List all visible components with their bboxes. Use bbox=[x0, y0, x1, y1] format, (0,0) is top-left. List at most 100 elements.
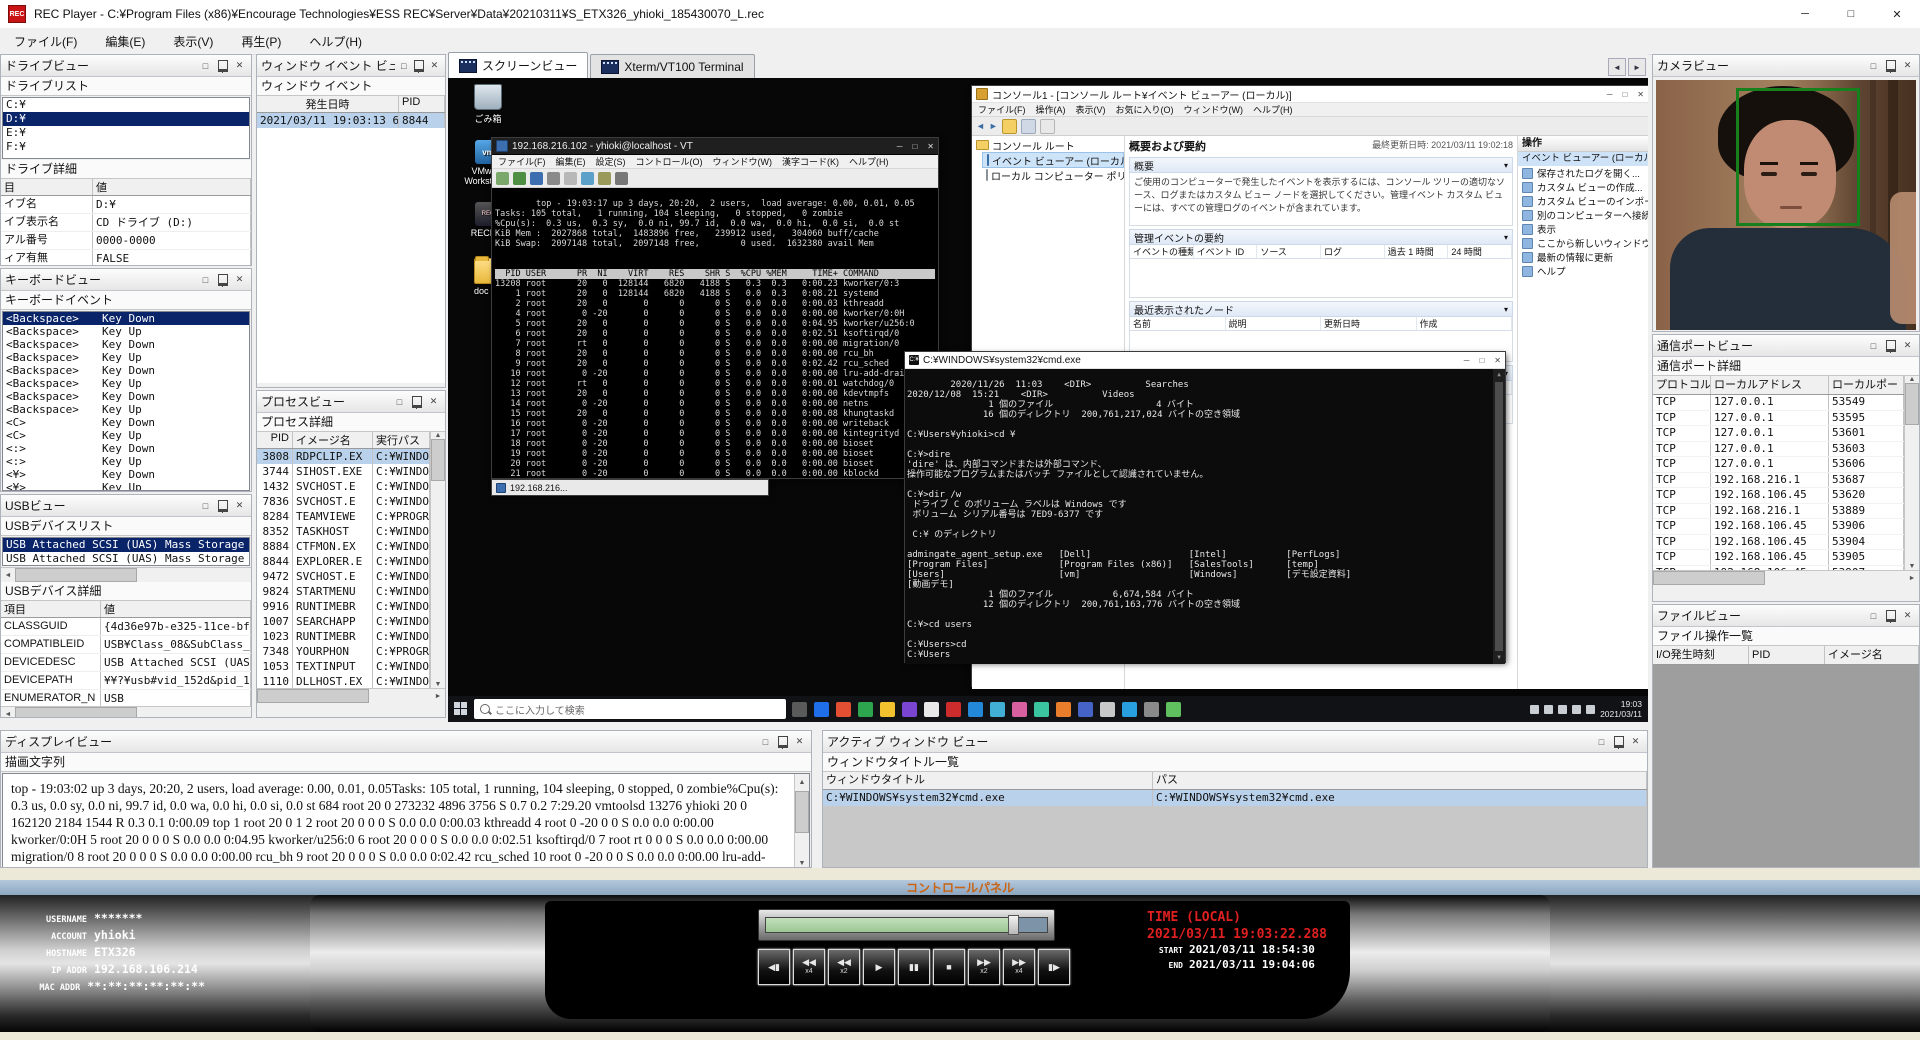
window-event-row[interactable]: 2021/03/11 19:03:13 6258844 bbox=[257, 113, 445, 128]
chevron-down-icon[interactable]: ▾ bbox=[1504, 233, 1508, 242]
section-admin-events[interactable]: 管理イベントの要約▾ bbox=[1129, 229, 1513, 245]
column-header[interactable]: 24 時間 bbox=[1448, 245, 1512, 258]
usb-device-item[interactable]: USB Attached SCSI (UAS) Mass Storage Dev bbox=[3, 552, 249, 566]
minimize-icon[interactable]: ─ bbox=[1607, 90, 1613, 99]
process-row[interactable]: 7348 YOURPHON C:¥PROGR bbox=[257, 644, 430, 659]
back-icon[interactable]: ◄ bbox=[976, 121, 985, 131]
process-row[interactable]: 8284 TEAMVIEWE C:¥PROGR bbox=[257, 509, 430, 524]
tab-scroll-right-icon[interactable]: ► bbox=[1628, 58, 1646, 76]
usb-detail-col-item[interactable]: 項目 bbox=[1, 601, 101, 617]
tray-icon[interactable] bbox=[1586, 705, 1595, 714]
console-menu-item[interactable]: お気に入り(O) bbox=[1116, 103, 1174, 116]
taskbar-app-icon[interactable] bbox=[1056, 702, 1071, 717]
process-col-image[interactable]: イメージ名 bbox=[293, 432, 373, 448]
comm-port-row[interactable]: TCP 192.168.106.45 53906 bbox=[1653, 519, 1904, 535]
close-icon[interactable]: ✕ bbox=[232, 499, 247, 513]
action-item[interactable]: 最新の情報に更新 bbox=[1518, 250, 1648, 264]
comm-col-protocol[interactable]: プロトコル bbox=[1653, 376, 1711, 394]
console-menu-item[interactable]: ファイル(F) bbox=[978, 103, 1026, 116]
keyboard-event-row[interactable]: <Backspace>Key Up bbox=[3, 351, 249, 364]
chevron-down-icon[interactable]: ▾ bbox=[1504, 161, 1508, 170]
float-icon[interactable]: □ bbox=[198, 59, 213, 73]
minimize-icon[interactable]: ─ bbox=[897, 142, 903, 151]
action-item[interactable]: ここから新しいウィンドウ bbox=[1518, 236, 1648, 250]
comm-port-row[interactable]: TCP 192.168.106.45 53905 bbox=[1653, 550, 1904, 566]
tray-icon[interactable] bbox=[1544, 705, 1553, 714]
drive-detail-row[interactable]: アル番号0000-0000 bbox=[1, 232, 251, 250]
comm-port-row[interactable]: TCP 127.0.0.1 53606 bbox=[1653, 457, 1904, 473]
drive-list-item[interactable]: C:¥ bbox=[3, 98, 249, 112]
keyboard-event-row[interactable]: <:>Key Down bbox=[3, 442, 249, 455]
vt-terminal-body[interactable]: top - 19:03:17 up 3 days, 20:20, 2 users… bbox=[492, 188, 938, 478]
pin-icon[interactable] bbox=[412, 59, 425, 73]
process-row[interactable]: 1110 DLLHOST.EX C:¥WINDO bbox=[257, 674, 430, 688]
pin-icon[interactable] bbox=[1883, 339, 1898, 353]
keyboard-event-row[interactable]: <¥>Key Up bbox=[3, 481, 249, 491]
process-vscrollbar[interactable]: ▲▼ bbox=[430, 432, 445, 688]
close-button[interactable]: ✕ bbox=[1874, 0, 1920, 28]
keyboard-event-row[interactable]: <Backspace>Key Up bbox=[3, 377, 249, 390]
float-icon[interactable]: □ bbox=[1594, 735, 1609, 749]
maximize-icon[interactable]: □ bbox=[1479, 356, 1484, 365]
taskbar-app-icon[interactable] bbox=[880, 702, 895, 717]
comm-port-row[interactable]: TCP 192.168.216.1 53889 bbox=[1653, 504, 1904, 520]
section-recent-nodes[interactable]: 最近表示されたノード▾ bbox=[1129, 301, 1513, 317]
menu-item[interactable]: ファイル(F) bbox=[0, 33, 91, 50]
taskbar-app-icon[interactable] bbox=[1166, 702, 1181, 717]
column-header[interactable]: 作成 bbox=[1417, 317, 1513, 330]
action-item[interactable]: ヘルプ bbox=[1518, 264, 1648, 278]
pin-icon[interactable] bbox=[775, 735, 790, 749]
menu-item[interactable]: 再生(P) bbox=[227, 33, 295, 50]
comm-port-row[interactable]: TCP 127.0.0.1 53603 bbox=[1653, 442, 1904, 458]
display-vscrollbar[interactable]: ▲▼ bbox=[794, 774, 809, 868]
keyboard-event-row[interactable]: <:>Key Up bbox=[3, 455, 249, 468]
pin-icon[interactable] bbox=[215, 499, 230, 513]
file-view-header[interactable]: ファイルビュー □ ✕ bbox=[1653, 605, 1919, 627]
drive-list-item[interactable]: F:¥ bbox=[3, 140, 249, 154]
vt-menu-item[interactable]: ヘルプ(H) bbox=[849, 155, 889, 168]
vt-toolbar-icon[interactable] bbox=[513, 172, 526, 185]
taskbar-search-input[interactable]: ここに入力して検索 bbox=[474, 699, 786, 719]
usb-view-header[interactable]: USBビュー □ ✕ bbox=[1, 495, 251, 517]
taskbar-app-icon[interactable] bbox=[1122, 702, 1137, 717]
taskbar-app-icon[interactable] bbox=[1100, 702, 1115, 717]
float-icon[interactable]: □ bbox=[397, 59, 410, 73]
file-col-io-time[interactable]: I/O発生時刻 bbox=[1653, 646, 1749, 664]
playback-button[interactable]: ◀◀x4 bbox=[793, 949, 825, 985]
chevron-down-icon[interactable]: ▾ bbox=[1504, 305, 1508, 314]
tree-item-console-root[interactable]: コンソール ルート bbox=[972, 138, 1124, 152]
column-header[interactable]: イベントの種類 bbox=[1130, 245, 1194, 258]
pin-icon[interactable] bbox=[1611, 735, 1626, 749]
float-icon[interactable]: □ bbox=[392, 395, 407, 409]
vt-toolbar-icon[interactable] bbox=[581, 172, 594, 185]
close-icon[interactable]: ✕ bbox=[1900, 609, 1915, 623]
taskbar-app-icon[interactable] bbox=[990, 702, 1005, 717]
column-header[interactable]: イベント ID bbox=[1194, 245, 1258, 258]
process-row[interactable]: 3744 SIHOST.EXE C:¥WINDO bbox=[257, 464, 430, 479]
file-col-image[interactable]: イメージ名 bbox=[1825, 646, 1919, 664]
progress-track[interactable] bbox=[765, 917, 1048, 933]
float-icon[interactable]: □ bbox=[1866, 59, 1881, 73]
usb-detail-row[interactable]: DEVICEPATH¥¥?¥usb#vid_152d&pid_1576 bbox=[1, 672, 251, 690]
cmd-window[interactable]: C:¥ C:¥WINDOWS¥system32¥cmd.exe ─□✕ 2020… bbox=[905, 352, 1505, 662]
taskbar-app-icon[interactable] bbox=[968, 702, 983, 717]
console-menu-item[interactable]: 表示(V) bbox=[1076, 103, 1106, 116]
comm-port-row[interactable]: TCP 127.0.0.1 53601 bbox=[1653, 426, 1904, 442]
keyboard-event-list[interactable]: <Backspace>Key Down <Backspace>Key Up <B… bbox=[2, 311, 250, 491]
desktop-icon-recycle-bin[interactable]: ごみ箱 bbox=[456, 84, 520, 125]
comm-port-row[interactable]: TCP 192.168.106.45 53620 bbox=[1653, 488, 1904, 504]
keyboard-event-row[interactable]: <Backspace>Key Down bbox=[3, 338, 249, 351]
folder-icon[interactable] bbox=[1002, 119, 1017, 134]
cmd-title-bar[interactable]: C:¥ C:¥WINDOWS¥system32¥cmd.exe ─□✕ bbox=[905, 352, 1505, 369]
close-icon[interactable]: ✕ bbox=[232, 273, 247, 287]
process-row[interactable]: 7836 SVCHOST.E C:¥WINDO bbox=[257, 494, 430, 509]
close-icon[interactable]: ✕ bbox=[426, 395, 441, 409]
console-menu-item[interactable]: ヘルプ(H) bbox=[1253, 103, 1293, 116]
float-icon[interactable]: □ bbox=[198, 499, 213, 513]
comm-col-local-port[interactable]: ローカルポー bbox=[1829, 376, 1904, 394]
taskbar-clock[interactable]: 19:03 2021/03/11 bbox=[1600, 699, 1642, 719]
comm-port-row[interactable]: TCP 192.168.106.45 53907 bbox=[1653, 566, 1904, 571]
comm-hscrollbar[interactable]: ► bbox=[1653, 570, 1919, 585]
usb-device-list[interactable]: USB Attached SCSI (UAS) Mass Storage Dev… bbox=[2, 537, 250, 566]
action-item[interactable]: 表示 bbox=[1518, 222, 1648, 236]
